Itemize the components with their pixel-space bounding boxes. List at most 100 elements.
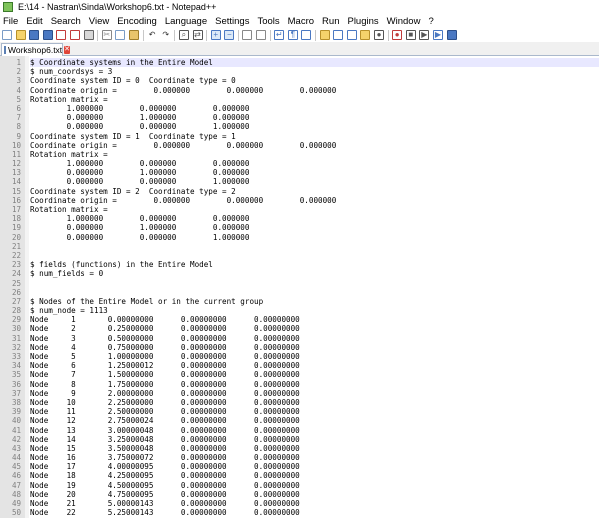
close-tab-icon[interactable]: ✕ bbox=[64, 46, 71, 54]
copy-icon[interactable] bbox=[115, 30, 126, 40]
menu-item-help[interactable]: ? bbox=[424, 16, 437, 27]
undo-icon[interactable]: ↶ bbox=[147, 30, 158, 40]
zoom-in-icon[interactable]: + bbox=[210, 30, 221, 40]
editor-line[interactable]: 2 $ num_coordsys = 3 bbox=[0, 67, 599, 76]
word-wrap-icon[interactable]: ↵ bbox=[274, 30, 285, 40]
editor-line[interactable]: 42 Node 14 3.25000048 0.00000000 0.000000… bbox=[0, 435, 599, 444]
editor-line[interactable]: 44 Node 16 3.75000072 0.00000000 0.000000… bbox=[0, 453, 599, 462]
editor-line[interactable]: 15 Coordinate system ID = 2 Coordinate ty… bbox=[0, 187, 599, 196]
line-text: Node 5 1.00000000 0.00000000 0.00000000 bbox=[30, 352, 300, 361]
menu-item-run[interactable]: Run bbox=[318, 16, 343, 27]
editor-line[interactable]: 4 Coordinate origin = 0.000000 0.000000 0… bbox=[0, 86, 599, 95]
editor-line[interactable]: 50 Node 22 5.25000143 0.00000000 0.000000… bbox=[0, 508, 599, 517]
editor-line[interactable]: 5 Rotation matrix = bbox=[0, 95, 599, 104]
editor-line[interactable]: 40 Node 12 2.75000024 0.00000000 0.000000… bbox=[0, 416, 599, 425]
editor-line[interactable]: 48 Node 20 4.75000095 0.00000000 0.000000… bbox=[0, 490, 599, 499]
close-icon[interactable] bbox=[56, 30, 67, 40]
menu-item-encoding[interactable]: Encoding bbox=[113, 16, 161, 27]
editor-line[interactable]: 3 Coordinate system ID = 0 Coordinate typ… bbox=[0, 76, 599, 85]
editor-line[interactable]: 25 bbox=[0, 279, 599, 288]
editor-line[interactable]: 6 1.000000 0.000000 0.000000 bbox=[0, 104, 599, 113]
line-text: Node 1 0.00000000 0.00000000 0.00000000 bbox=[30, 315, 300, 325]
new-file-icon[interactable] bbox=[2, 30, 12, 40]
editor-line[interactable]: 38 Node 10 2.25000000 0.00000000 0.000000… bbox=[0, 398, 599, 407]
editor-line[interactable]: 45 Node 17 4.00000095 0.00000000 0.000000… bbox=[0, 462, 599, 471]
zoom-out-icon[interactable]: − bbox=[224, 30, 235, 40]
editor-line[interactable]: 36 Node 8 1.75000000 0.00000000 0.0000000… bbox=[0, 380, 599, 389]
user-defined-language-icon[interactable] bbox=[319, 30, 330, 40]
editor-line[interactable]: 46 Node 18 4.25000095 0.00000000 0.000000… bbox=[0, 471, 599, 480]
menu-item-settings[interactable]: Settings bbox=[211, 16, 253, 27]
editor-line[interactable]: 43 Node 15 3.50000048 0.00000000 0.000000… bbox=[0, 444, 599, 453]
editor-line[interactable]: 47 Node 19 4.50000095 0.00000000 0.000000… bbox=[0, 481, 599, 490]
menu-item-search[interactable]: Search bbox=[47, 16, 85, 27]
menu-item-language[interactable]: Language bbox=[161, 16, 211, 27]
save-all-icon[interactable] bbox=[42, 30, 53, 40]
cut-icon[interactable]: ✂ bbox=[101, 30, 112, 40]
editor-line[interactable]: 14 0.000000 0.000000 1.000000 bbox=[0, 177, 599, 186]
redo-icon[interactable]: ↷ bbox=[160, 30, 171, 40]
editor-line[interactable]: 12 1.000000 0.000000 0.000000 bbox=[0, 159, 599, 168]
editor-line[interactable]: 28 $ num_node = 1113 bbox=[0, 306, 599, 315]
editor-line[interactable]: 27 $ Nodes of the Entire Model or in the … bbox=[0, 297, 599, 306]
editor-line[interactable]: 30 Node 2 0.25000000 0.00000000 0.0000000… bbox=[0, 324, 599, 333]
folder-as-workspace-icon[interactable] bbox=[360, 30, 371, 40]
tab-workshop6[interactable]: Workshop6.txt ✕ bbox=[1, 43, 71, 56]
editor-line[interactable]: 33 Node 5 1.00000000 0.00000000 0.0000000… bbox=[0, 352, 599, 361]
editor-line[interactable]: 19 0.000000 1.000000 0.000000 bbox=[0, 223, 599, 232]
editor-line[interactable]: 26 bbox=[0, 288, 599, 297]
save-icon[interactable] bbox=[29, 30, 40, 40]
editor-line[interactable]: 32 Node 4 0.75000000 0.00000000 0.0000000… bbox=[0, 343, 599, 352]
editor-line[interactable]: 18 1.000000 0.000000 0.000000 bbox=[0, 214, 599, 223]
editor-line[interactable]: 49 Node 21 5.00000143 0.00000000 0.000000… bbox=[0, 499, 599, 508]
save-macro-icon[interactable] bbox=[446, 30, 457, 40]
menu-item-file[interactable]: File bbox=[0, 16, 22, 27]
run-macro-multiple-icon[interactable]: ▶ bbox=[432, 30, 443, 40]
editor-line[interactable]: 37 Node 9 2.00000000 0.00000000 0.0000000… bbox=[0, 389, 599, 398]
function-list-icon[interactable] bbox=[346, 30, 357, 40]
editor-line[interactable]: 31 Node 3 0.50000000 0.00000000 0.0000000… bbox=[0, 334, 599, 343]
editor-line[interactable]: 24 $ num_fields = 0 bbox=[0, 269, 599, 278]
print-icon[interactable] bbox=[83, 30, 94, 40]
menu-item-view[interactable]: View bbox=[85, 16, 113, 27]
menu-item-macro[interactable]: Macro bbox=[284, 16, 318, 27]
editor-line[interactable]: 21 bbox=[0, 242, 599, 251]
editor-line[interactable]: 11 Rotation matrix = bbox=[0, 150, 599, 159]
editor-line[interactable]: 35 Node 7 1.50000000 0.00000000 0.0000000… bbox=[0, 370, 599, 379]
show-all-characters-icon[interactable]: ¶ bbox=[287, 30, 298, 40]
menu-item-tools[interactable]: Tools bbox=[253, 16, 283, 27]
editor-line[interactable]: 16 Coordinate origin = 0.000000 0.000000 … bbox=[0, 196, 599, 205]
editor-line[interactable]: 10 Coordinate origin = 0.000000 0.000000 … bbox=[0, 141, 599, 150]
open-file-icon[interactable] bbox=[15, 30, 26, 40]
editor-line[interactable]: 34 Node 6 1.25000012 0.00000000 0.0000000… bbox=[0, 361, 599, 370]
close-all-icon[interactable] bbox=[69, 30, 80, 40]
find-icon[interactable]: ⌕ bbox=[178, 30, 189, 40]
editor-line[interactable]: 13 0.000000 1.000000 0.000000 bbox=[0, 168, 599, 177]
editor-line[interactable]: 7 0.000000 1.000000 0.000000 bbox=[0, 113, 599, 122]
menu-item-edit[interactable]: Edit bbox=[22, 16, 46, 27]
replace-icon[interactable]: ⇄ bbox=[192, 30, 203, 40]
stop-recording-icon[interactable]: ■ bbox=[405, 30, 416, 40]
editor-line[interactable]: 23 $ fields (functions) in the Entire Mod… bbox=[0, 260, 599, 269]
menu-item-plugins[interactable]: Plugins bbox=[343, 16, 382, 27]
editor-line[interactable]: 17 Rotation matrix = bbox=[0, 205, 599, 214]
sync-horizontal-icon[interactable] bbox=[256, 30, 267, 40]
editor-line[interactable]: 20 0.000000 0.000000 1.000000 bbox=[0, 233, 599, 242]
text-editor[interactable]: 1 $ Coordinate systems in the Entire Mode… bbox=[0, 56, 599, 518]
title-bar: E:\14 - Nastran\Sinda\Workshop6.txt - No… bbox=[0, 0, 599, 14]
document-map-icon[interactable] bbox=[333, 30, 344, 40]
sync-vertical-icon[interactable] bbox=[242, 30, 253, 40]
paste-icon[interactable] bbox=[128, 30, 139, 40]
editor-line[interactable]: 8 0.000000 0.000000 1.000000 bbox=[0, 122, 599, 131]
editor-line[interactable]: 1 $ Coordinate systems in the Entire Mode… bbox=[0, 58, 599, 68]
editor-line[interactable]: 9 Coordinate system ID = 1 Coordinate typ… bbox=[0, 132, 599, 141]
editor-line[interactable]: 22 bbox=[0, 251, 599, 260]
play-macro-icon[interactable]: ▶ bbox=[419, 30, 430, 40]
editor-line[interactable]: 29 Node 1 0.00000000 0.00000000 0.0000000… bbox=[0, 315, 599, 324]
editor-line[interactable]: 41 Node 13 3.00000048 0.00000000 0.000000… bbox=[0, 426, 599, 435]
monitoring-icon[interactable]: ● bbox=[374, 30, 384, 40]
record-macro-icon[interactable]: ● bbox=[392, 30, 403, 40]
editor-line[interactable]: 39 Node 11 2.50000000 0.00000000 0.000000… bbox=[0, 407, 599, 416]
menu-item-window[interactable]: Window bbox=[383, 16, 425, 27]
indent-guide-icon[interactable] bbox=[301, 30, 312, 40]
